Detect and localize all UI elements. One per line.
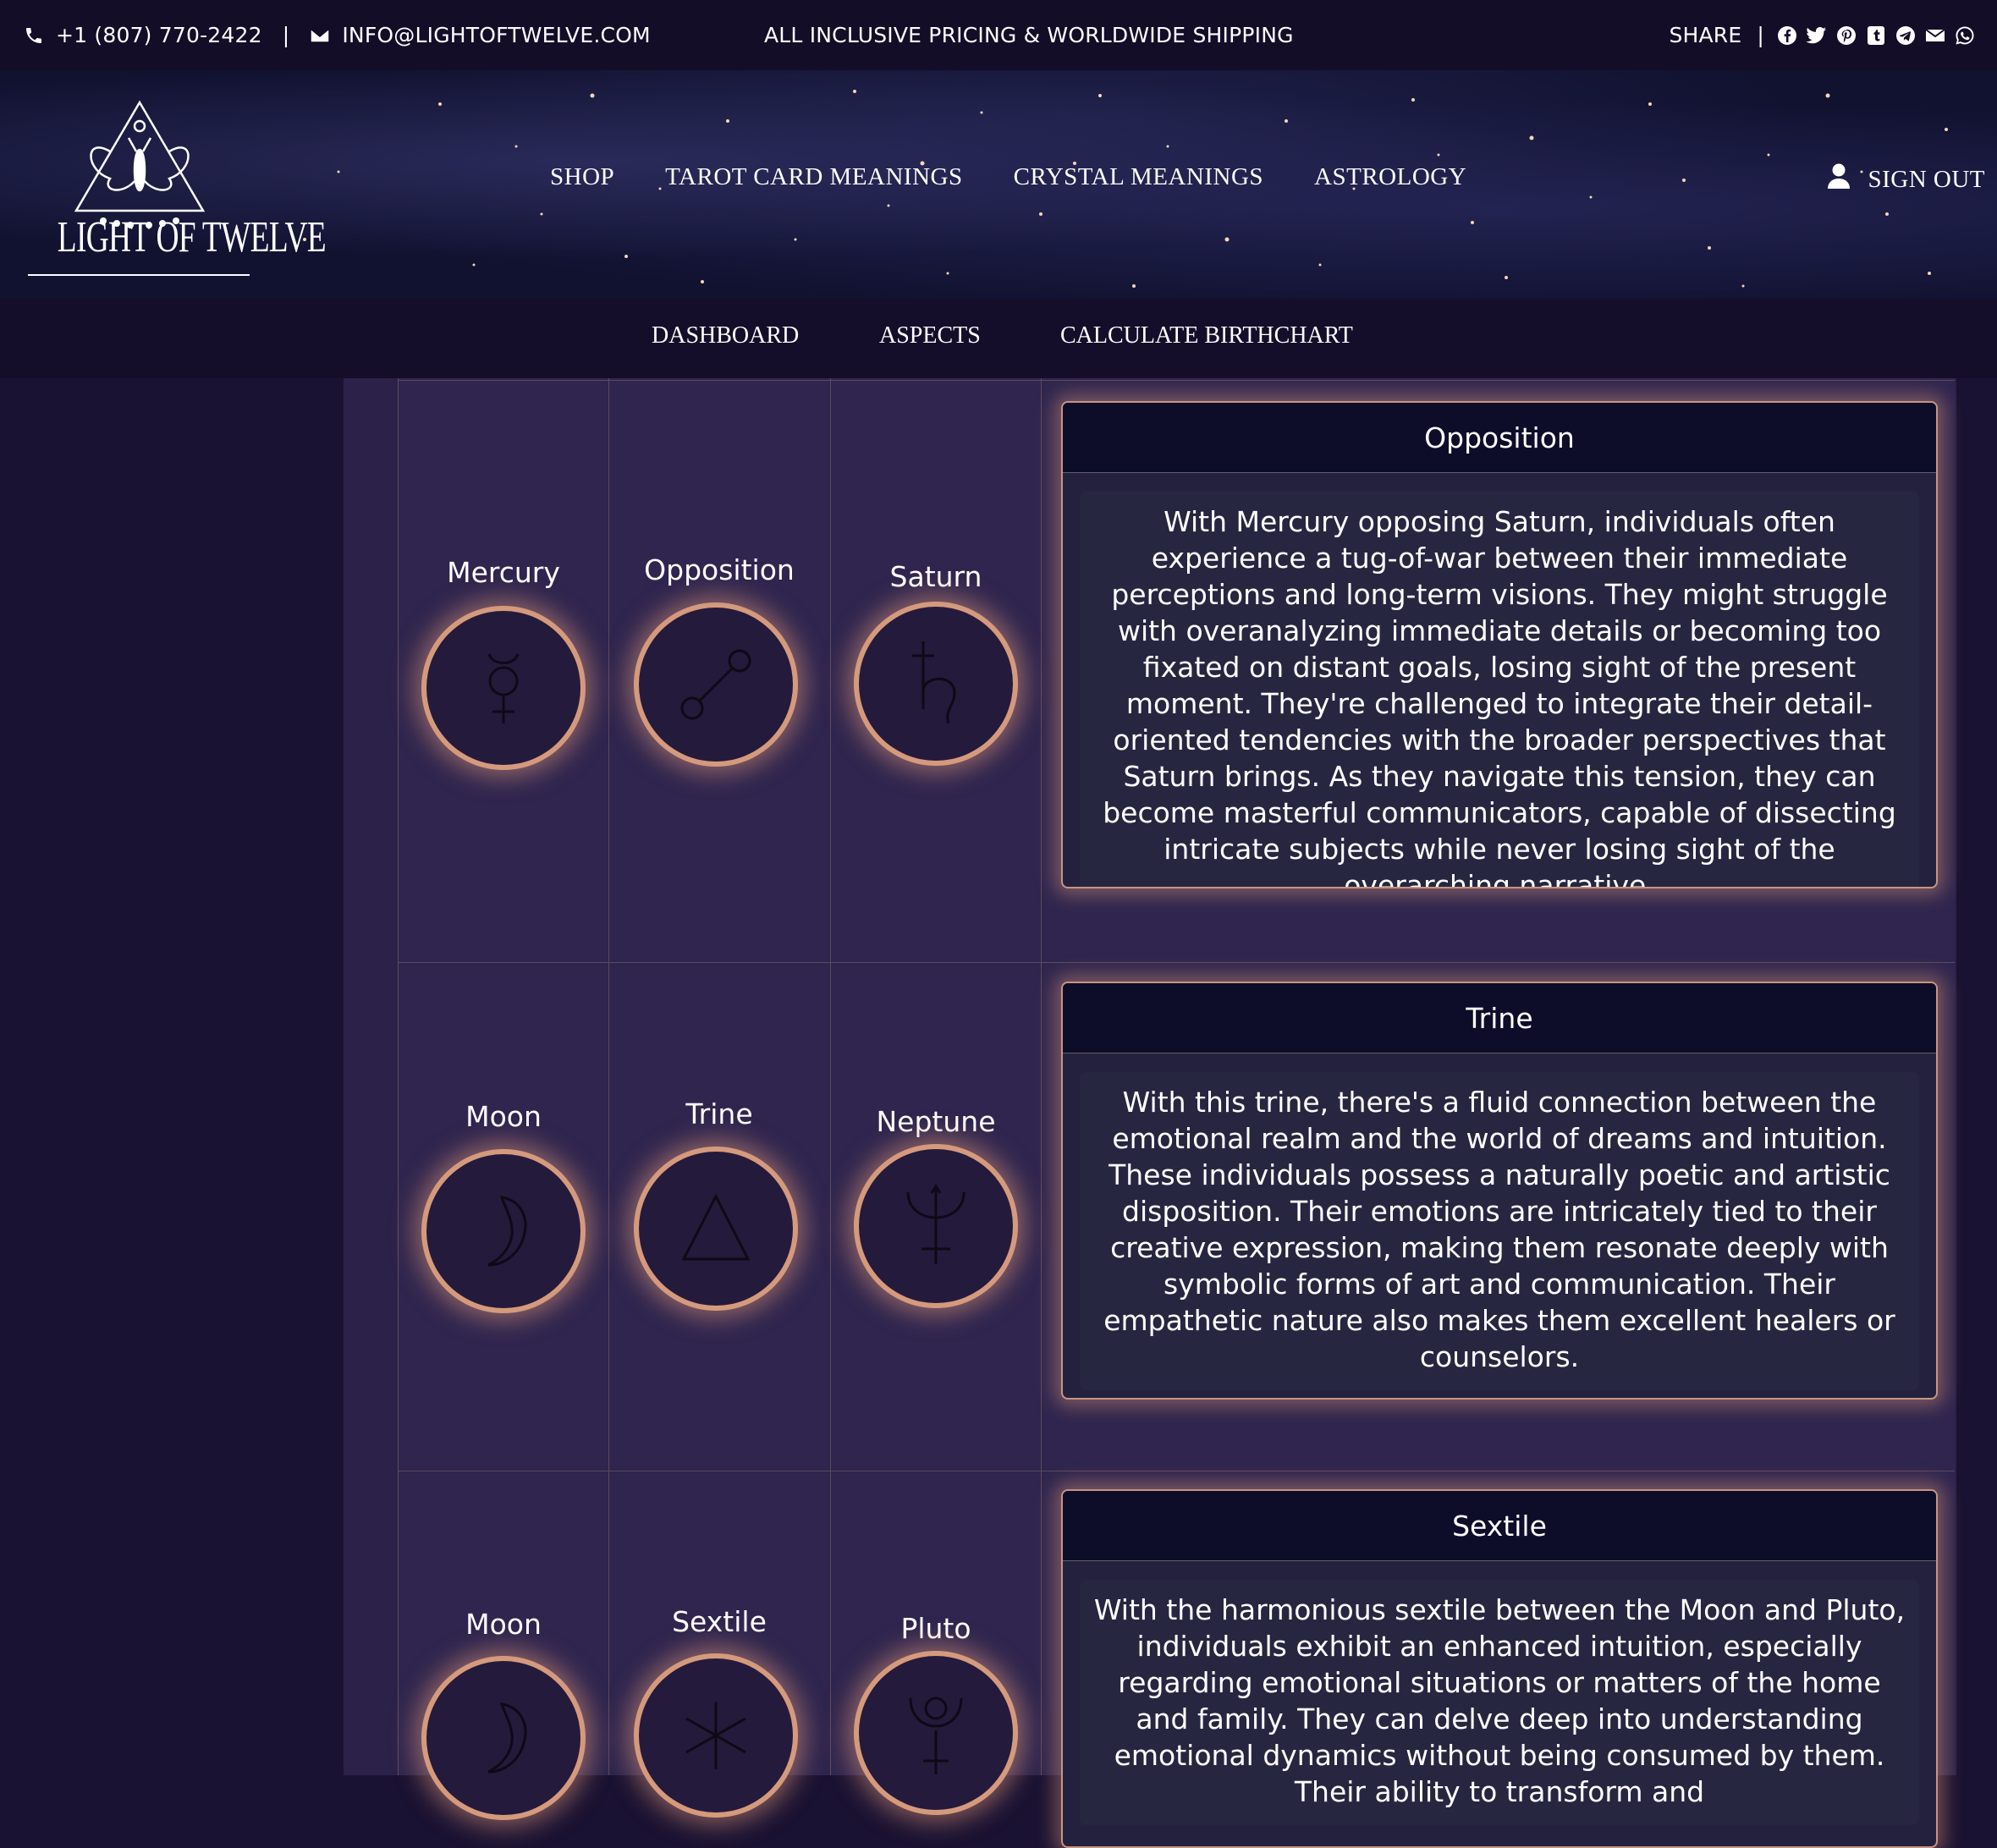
saturn-icon [859, 607, 1013, 761]
table-border [398, 962, 1955, 963]
aspect-card: Trine With this trine, there's a fluid c… [1061, 982, 1938, 1400]
brand-wordmark: LIGHT OF TWELVE [57, 213, 327, 261]
mercury-icon [426, 611, 580, 765]
neptune-icon [859, 1149, 1013, 1303]
table-border [830, 378, 831, 1775]
nav-tarot-card-meanings[interactable]: TAROT CARD MEANINGS [665, 163, 962, 191]
top-bar: +1 (807) 770-2422 | INFO@LIGHTOFTWELVE.C… [0, 0, 1997, 70]
aspect-card-title: Opposition [1063, 403, 1936, 473]
aspect-name: Trine [685, 1097, 753, 1130]
nav-crystal-meanings[interactable]: CRYSTAL MEANINGS [1014, 163, 1263, 191]
table-border [398, 378, 399, 1775]
moon-icon [426, 1154, 580, 1308]
envelope-icon [310, 27, 331, 44]
tumblr-icon[interactable] [1865, 25, 1886, 46]
subnav-aspects[interactable]: ASPECTS [879, 322, 981, 349]
subnav-calculate-birthchart[interactable]: CALCULATE BIRTHCHART [1060, 322, 1353, 349]
aspect-name: Sextile [672, 1605, 767, 1638]
telegram-icon[interactable] [1895, 25, 1916, 46]
separator: | [282, 23, 290, 47]
planet-name: Moon [465, 1100, 542, 1133]
twitter-icon[interactable] [1806, 25, 1827, 46]
share-label: SHARE [1669, 23, 1742, 47]
social-share-icons [1776, 25, 1975, 46]
planet-name: Moon [465, 1608, 542, 1641]
phone-icon [24, 25, 44, 46]
main-navigation: SHOP TAROT CARD MEANINGS CRYSTAL MEANING… [550, 163, 1466, 191]
sextile-icon [639, 1658, 793, 1812]
email-icon[interactable] [1924, 25, 1945, 46]
logo-underline [28, 274, 250, 276]
table-border [1041, 378, 1042, 1775]
share-separator: | [1757, 23, 1764, 47]
site-header: LIGHT OF TWELVE SHOP TAROT CARD MEANINGS… [0, 70, 1997, 299]
facebook-icon[interactable] [1776, 25, 1797, 46]
aspect-card-title: Sextile [1063, 1491, 1936, 1561]
aspect-card: Sextile With the harmonious sextile betw… [1061, 1489, 1938, 1848]
aspect-card-text: With this trine, there's a fluid connect… [1080, 1072, 1919, 1390]
table-border [608, 378, 609, 1775]
sign-out-link[interactable]: SIGN OUT [1827, 163, 1985, 195]
phone-link[interactable]: +1 (807) 770-2422 [56, 23, 262, 47]
trine-icon [639, 1152, 793, 1306]
pluto-icon [859, 1656, 1013, 1810]
table-border [398, 380, 1955, 381]
astrology-subnav: DASHBOARD ASPECTS CALCULATE BIRTHCHART [0, 299, 1997, 378]
planet-name: Pluto [900, 1612, 971, 1645]
aspect-name: Opposition [644, 553, 795, 586]
email-link[interactable]: INFO@LIGHTOFTWELVE.COM [342, 23, 650, 47]
nav-astrology[interactable]: ASTROLOGY [1314, 163, 1466, 191]
sign-out-label: SIGN OUT [1868, 165, 1985, 193]
planet-name: Neptune [876, 1105, 996, 1138]
aspect-card-text: With the harmonious sextile between the … [1080, 1580, 1919, 1825]
planet-name: Saturn [889, 560, 982, 593]
aspect-card: Opposition With Mercury opposing Saturn,… [1061, 401, 1938, 888]
user-icon [1827, 163, 1851, 195]
aspect-card-text: With Mercury opposing Saturn, individual… [1080, 492, 1919, 887]
pinterest-icon[interactable] [1835, 25, 1857, 46]
opposition-icon [639, 608, 793, 762]
shipping-promo: ALL INCLUSIVE PRICING & WORLDWIDE SHIPPI… [764, 23, 1294, 47]
moon-icon [426, 1661, 580, 1815]
planet-name: Mercury [447, 556, 560, 589]
nav-shop[interactable]: SHOP [550, 163, 614, 191]
whatsapp-icon[interactable] [1954, 25, 1975, 46]
subnav-dashboard[interactable]: DASHBOARD [652, 322, 799, 349]
aspect-card-title: Trine [1063, 983, 1936, 1053]
